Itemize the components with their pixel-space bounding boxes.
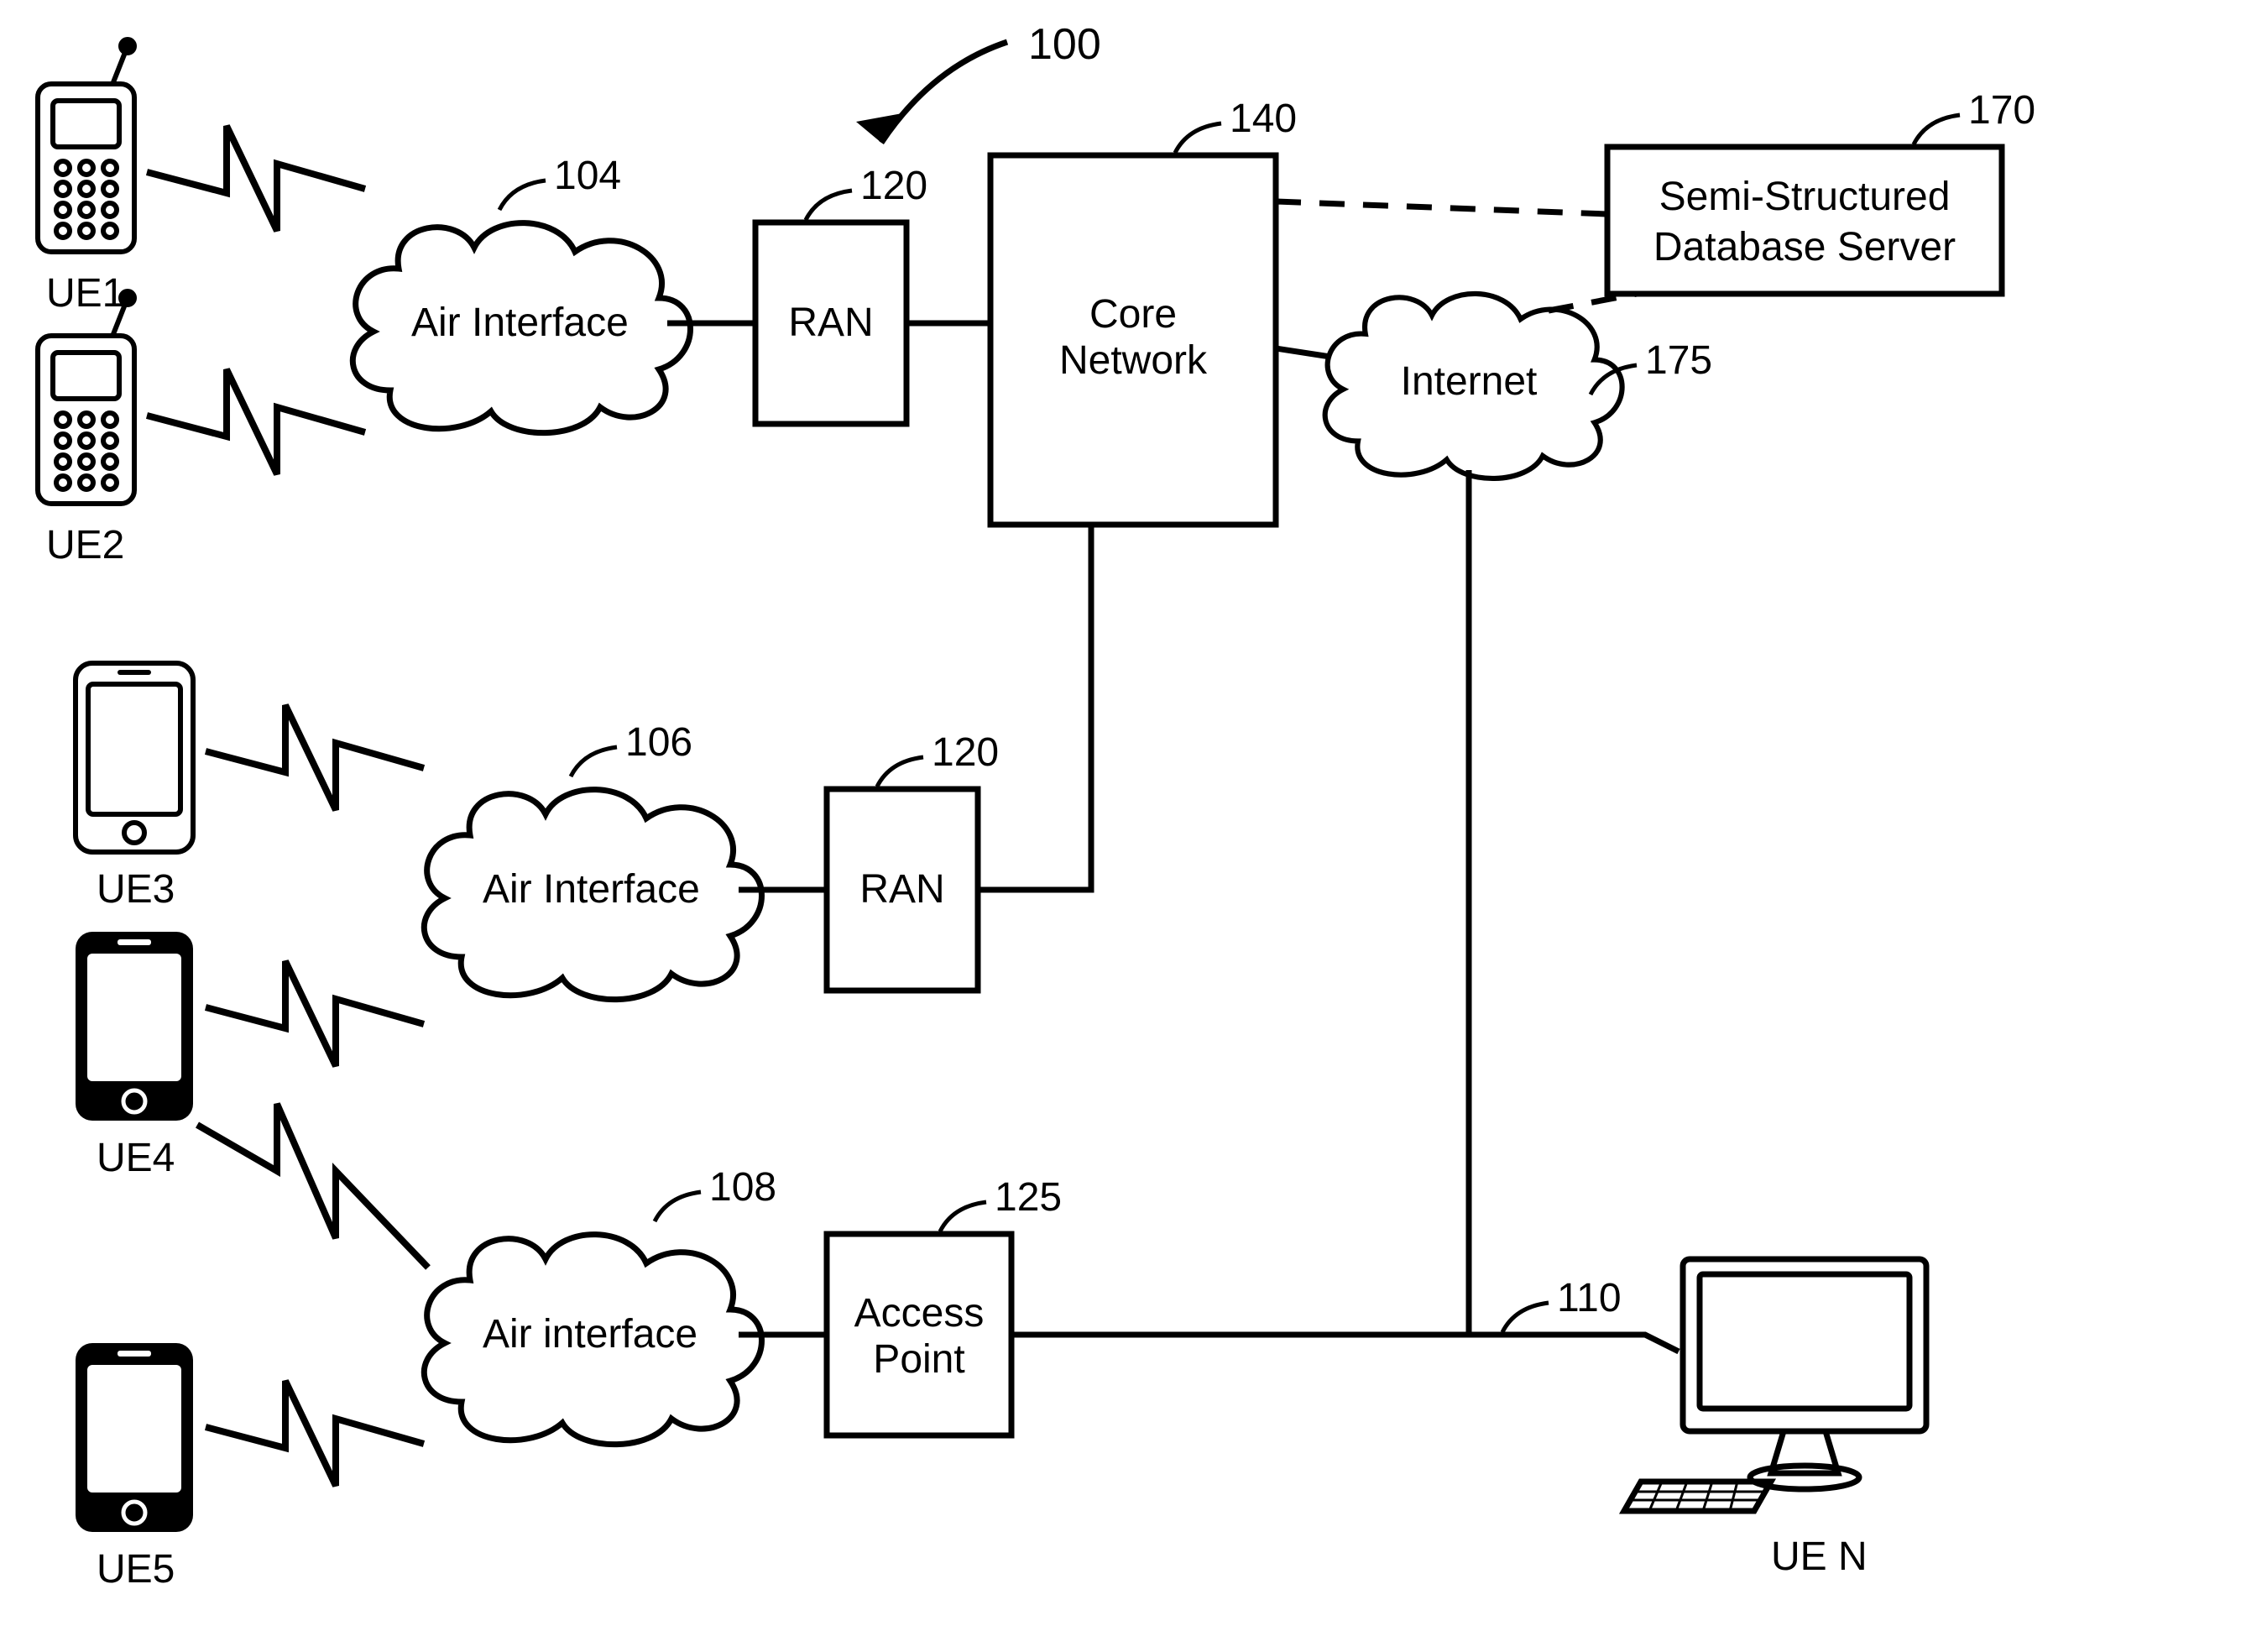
core-network-ref: 140 bbox=[1230, 97, 1297, 141]
link-ue4-air108 bbox=[197, 1104, 428, 1268]
link-ue3-air106 bbox=[206, 705, 424, 810]
ue5-label: UE5 bbox=[97, 1547, 175, 1592]
air-interface-106-ref: 106 bbox=[625, 720, 692, 765]
diagram-svg: 100 UE1 UE2 UE3 bbox=[0, 0, 2262, 1652]
core-network-hook bbox=[1175, 123, 1221, 153]
ran-b-hook bbox=[877, 757, 923, 787]
ue1-icon bbox=[38, 39, 134, 252]
ue2-label: UE2 bbox=[46, 523, 124, 567]
ran-b-ref: 120 bbox=[932, 730, 999, 775]
ran-a-ref: 120 bbox=[860, 164, 927, 208]
db-server-line2: Database Server bbox=[1653, 225, 1956, 269]
internet-label: Internet bbox=[1401, 359, 1538, 404]
access-point-line2: Point bbox=[873, 1337, 964, 1382]
db-server-line1: Semi-Structured bbox=[1659, 175, 1951, 219]
ue5-icon bbox=[76, 1343, 193, 1532]
air-interface-108-hook bbox=[655, 1192, 701, 1221]
link-ue5-air108 bbox=[206, 1381, 424, 1486]
link-ue2-air104 bbox=[147, 369, 365, 474]
air-interface-108-ref: 108 bbox=[709, 1165, 776, 1210]
ue3-label: UE3 bbox=[97, 867, 175, 912]
ue1-label: UE1 bbox=[46, 271, 124, 316]
core-network-line1: Core bbox=[1089, 292, 1177, 337]
internet-ref: 175 bbox=[1645, 338, 1712, 383]
ran-a-hook bbox=[806, 191, 852, 220]
access-point-ref: 125 bbox=[995, 1175, 1062, 1220]
link-ue4-air106 bbox=[206, 961, 424, 1066]
db-server-hook bbox=[1914, 115, 1960, 144]
ran-a-label: RAN bbox=[788, 301, 873, 345]
link-ue1-air104 bbox=[147, 126, 365, 231]
air-interface-106-label: Air Interface bbox=[483, 867, 700, 912]
ue4-label: UE4 bbox=[97, 1136, 175, 1180]
air-interface-108-label: Air interface bbox=[483, 1312, 697, 1357]
ue4-icon bbox=[76, 932, 193, 1121]
core-network-line2: Network bbox=[1059, 338, 1208, 383]
wired-hook bbox=[1502, 1303, 1549, 1332]
db-server-box bbox=[1607, 147, 2002, 294]
wired-ref: 110 bbox=[1557, 1276, 1622, 1320]
ue2-icon bbox=[38, 291, 134, 504]
ran-b-label: RAN bbox=[859, 867, 944, 912]
link-ap-internet bbox=[1011, 470, 1469, 1335]
link-wired-uen bbox=[1469, 1335, 1679, 1351]
figure-ref-arrow: 100 bbox=[856, 20, 1101, 143]
db-server-ref: 170 bbox=[1968, 88, 2035, 133]
air-interface-104-ref: 104 bbox=[554, 154, 621, 198]
access-point-line1: Access bbox=[854, 1291, 985, 1336]
air-interface-104-label: Air Interface bbox=[411, 301, 629, 345]
ue3-icon bbox=[76, 663, 193, 852]
air-interface-104-hook bbox=[499, 180, 546, 210]
uen-icon bbox=[1624, 1259, 1926, 1511]
figure-ref-label: 100 bbox=[1028, 20, 1101, 69]
link-core-db bbox=[1276, 201, 1607, 214]
air-interface-106-hook bbox=[571, 747, 617, 776]
uen-label: UE N bbox=[1771, 1534, 1868, 1579]
link-core-internet bbox=[1276, 348, 1330, 357]
access-point-hook bbox=[940, 1202, 986, 1231]
link-ranB-core bbox=[978, 525, 1091, 890]
